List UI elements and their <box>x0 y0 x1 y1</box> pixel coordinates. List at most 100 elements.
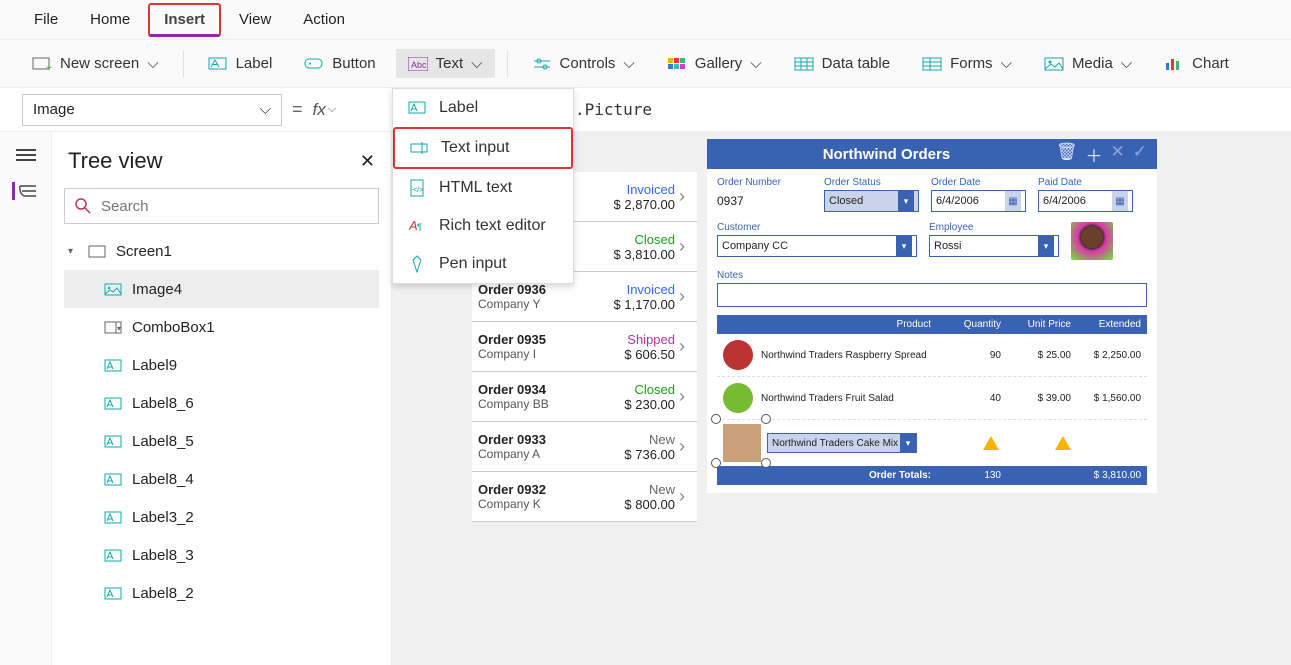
property-selector[interactable]: Image ⌵ <box>22 94 282 126</box>
hamburger-icon[interactable] <box>14 146 38 164</box>
order-list-item[interactable]: Order 0935Company IShipped$ 606.50› <box>472 322 697 372</box>
chevron-right-icon[interactable]: › <box>675 236 689 257</box>
inp-order-date[interactable]: 6/4/2006▦ <box>931 190 1026 212</box>
order-amount: $ 3,810.00 <box>614 247 675 262</box>
insert-media-label: Media <box>1072 55 1113 72</box>
resize-handle[interactable] <box>761 458 771 468</box>
delete-icon[interactable]: 🗑 <box>1056 142 1078 167</box>
resize-handle[interactable] <box>761 414 771 424</box>
chevron-right-icon[interactable]: › <box>675 186 689 207</box>
inp-customer[interactable]: Company CC▾ <box>717 235 917 257</box>
tree-item[interactable]: Label8_3 <box>64 536 379 574</box>
insert-label-button[interactable]: Label <box>196 49 285 78</box>
col-ext: Extended <box>1071 319 1141 330</box>
product-row[interactable]: Northwind Traders Raspberry Spread90$ 25… <box>717 334 1147 377</box>
product-row[interactable]: Northwind Traders Fruit Salad40$ 39.00$ … <box>717 377 1147 420</box>
dd-text-input-text: Text input <box>441 139 509 157</box>
screen-icon <box>88 244 106 258</box>
fx-icon[interactable]: fx⌵ <box>313 100 337 120</box>
chevron-down-icon: ▾ <box>898 191 914 211</box>
rich-text-icon: A¶ <box>407 218 427 234</box>
chevron-right-icon[interactable]: › <box>675 386 689 407</box>
tree-item[interactable]: Label3_2 <box>64 498 379 536</box>
label-icon <box>407 100 427 116</box>
dd-html-text[interactable]: </> HTML text <box>393 169 573 207</box>
inp-notes[interactable] <box>717 283 1147 307</box>
tree-root-item[interactable]: ▾ Screen1 <box>64 232 379 270</box>
order-status: Closed <box>614 232 675 247</box>
cancel-icon[interactable]: ✕ <box>1111 142 1125 167</box>
add-icon[interactable]: ＋ <box>1086 142 1103 167</box>
tree-item[interactable]: Label8_2 <box>64 574 379 612</box>
tree-item[interactable]: Label8_4 <box>64 460 379 498</box>
dd-pen-input[interactable]: Pen input <box>393 245 573 283</box>
label-icon <box>104 472 122 486</box>
chevron-right-icon[interactable]: › <box>675 336 689 357</box>
totals-qty: 130 <box>931 470 1001 481</box>
dd-label[interactable]: Label <box>393 89 573 127</box>
insert-datatable-label: Data table <box>822 55 890 72</box>
tree-item[interactable]: Label9 <box>64 346 379 384</box>
insert-chart-button[interactable]: Chart <box>1152 49 1241 78</box>
tree-view-icon[interactable] <box>12 182 36 200</box>
detail-header: Northwind Orders 🗑 ＋ ✕ ✓ <box>707 139 1157 169</box>
menu-home[interactable]: Home <box>76 5 144 34</box>
order-status: New <box>624 482 675 497</box>
tree-item[interactable]: Label8_6 <box>64 384 379 422</box>
employee-avatar <box>1071 222 1113 260</box>
order-list-item[interactable]: Order 0933Company ANew$ 736.00› <box>472 422 697 472</box>
svg-text:</>: </> <box>413 187 423 194</box>
product-name: Northwind Traders Fruit Salad <box>761 393 931 404</box>
inp-order-status[interactable]: Closed▾ <box>824 190 919 212</box>
resize-handle[interactable] <box>711 414 721 424</box>
insert-datatable-button[interactable]: Data table <box>782 49 902 78</box>
product-price: $ 25.00 <box>1001 350 1071 361</box>
insert-gallery-button[interactable]: Gallery ⌵ <box>655 49 774 78</box>
order-totals: Order Totals: 130 $ 3,810.00 <box>717 466 1147 485</box>
chevron-right-icon[interactable]: › <box>675 436 689 457</box>
save-icon[interactable]: ✓ <box>1133 142 1147 167</box>
menu-view[interactable]: View <box>225 5 285 34</box>
tree-item[interactable]: ▾ComboBox1 <box>64 308 379 346</box>
tree-item-label: Label8_2 <box>132 585 194 602</box>
insert-button-button[interactable]: Button <box>292 49 387 78</box>
label-icon <box>104 358 122 372</box>
order-list-item[interactable]: Order 0934Company BBClosed$ 230.00› <box>472 372 697 422</box>
menu-action[interactable]: Action <box>289 5 359 34</box>
tree-item-label: Label9 <box>132 357 177 374</box>
resize-handle[interactable] <box>711 458 721 468</box>
col-price: Unit Price <box>1001 319 1071 330</box>
tree-search-input[interactable] <box>99 189 368 223</box>
insert-controls-button[interactable]: Controls ⌵ <box>520 49 647 78</box>
close-icon[interactable]: ✕ <box>360 151 375 172</box>
canvas[interactable]: Label Text input </> HTML text A¶ Rich t… <box>392 132 1291 665</box>
label-icon <box>104 586 122 600</box>
inp-paid-date[interactable]: 6/4/2006▦ <box>1038 190 1133 212</box>
image-icon <box>104 282 122 296</box>
svg-text:+: + <box>46 63 52 72</box>
image-control[interactable] <box>723 424 761 462</box>
insert-text-button[interactable]: Abc Text ⌵ <box>396 49 495 78</box>
collapse-icon[interactable]: ▾ <box>68 246 78 257</box>
new-product-combo[interactable]: Northwind Traders Cake Mix▾ <box>767 433 917 453</box>
dd-rich-text[interactable]: A¶ Rich text editor <box>393 207 573 245</box>
insert-media-button[interactable]: Media ⌵ <box>1032 49 1144 78</box>
chevron-right-icon[interactable]: › <box>675 486 689 507</box>
new-screen-label: New screen <box>60 55 139 72</box>
chevron-right-icon[interactable]: › <box>675 286 689 307</box>
totals-label: Order Totals: <box>723 470 931 481</box>
new-screen-button[interactable]: + New screen ⌵ <box>20 49 171 78</box>
dd-text-input[interactable]: Text input <box>393 127 573 169</box>
insert-forms-button[interactable]: Forms ⌵ <box>910 49 1024 78</box>
tree-item[interactable]: Label8_5 <box>64 422 379 460</box>
tree-search[interactable] <box>64 188 379 224</box>
order-amount: $ 1,170.00 <box>614 297 675 312</box>
menu-file[interactable]: File <box>20 5 72 34</box>
new-product-row: Northwind Traders Cake Mix▾ <box>717 420 1147 466</box>
inp-employee[interactable]: Rossi▾ <box>929 235 1059 257</box>
tree-item[interactable]: Image4 <box>64 270 379 308</box>
menu-insert[interactable]: Insert <box>148 3 221 37</box>
order-list-item[interactable]: Order 0932Company KNew$ 800.00› <box>472 472 697 522</box>
html-text-icon: </> <box>407 180 427 196</box>
property-selector-value: Image <box>33 101 75 118</box>
